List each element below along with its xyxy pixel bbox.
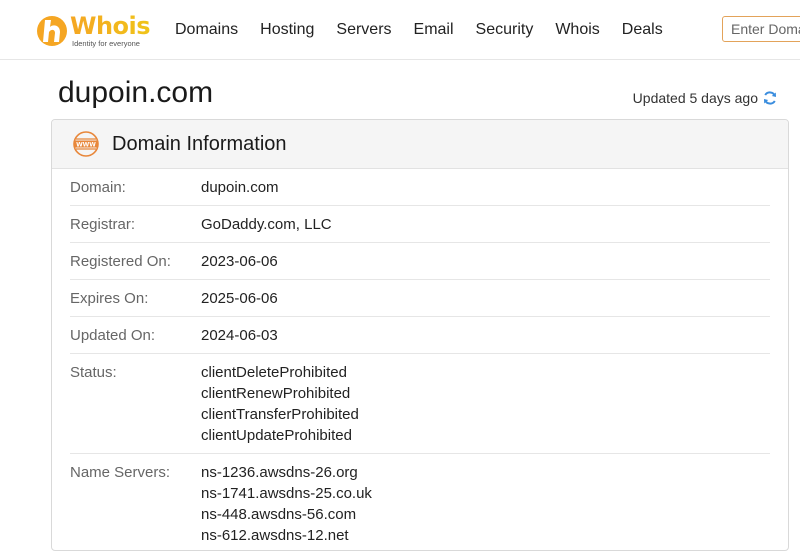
- row-name-servers: Name Servers: ns-1236.awsdns-26.org ns-1…: [70, 454, 770, 553]
- whois-logo[interactable]: Whois Identity for everyone: [36, 12, 154, 50]
- domain-search-input[interactable]: [722, 16, 800, 42]
- registrar-value: GoDaddy.com, LLC: [201, 216, 332, 233]
- whois-logo-icon: [37, 16, 67, 46]
- www-icon: WWW: [73, 131, 99, 157]
- row-value: 2025-06-06: [201, 288, 278, 309]
- row-updated-on: Updated On: 2024-06-03: [70, 317, 770, 354]
- domain-info-table: Domain: dupoin.com Registrar: GoDaddy.co…: [52, 169, 788, 553]
- row-label: Name Servers:: [70, 464, 171, 481]
- nav-whois[interactable]: Whois: [555, 20, 599, 40]
- nav-security[interactable]: Security: [476, 20, 534, 40]
- nav-hosting[interactable]: Hosting: [260, 20, 314, 40]
- row-label: Status:: [70, 364, 117, 381]
- nav-deals[interactable]: Deals: [622, 20, 663, 40]
- row-registrar: Registrar: GoDaddy.com, LLC: [70, 206, 770, 243]
- name-server-value: ns-1741.awsdns-25.co.uk: [201, 485, 372, 502]
- nav-servers[interactable]: Servers: [336, 20, 391, 40]
- row-expires-on: Expires On: 2025-06-06: [70, 280, 770, 317]
- top-navbar: Whois Identity for everyone Domains Host…: [0, 0, 800, 60]
- row-value[interactable]: dupoin.com: [201, 177, 279, 198]
- name-server-value: ns-448.awsdns-56.com: [201, 506, 357, 523]
- domain-value: dupoin.com: [201, 179, 279, 196]
- registered-on-value: 2023-06-06: [201, 253, 278, 270]
- card-header: WWW Domain Information: [52, 120, 788, 169]
- nav-email[interactable]: Email: [414, 20, 454, 40]
- status-value: clientRenewProhibited: [201, 385, 351, 402]
- row-label: Domain:: [70, 179, 126, 196]
- name-server-value: ns-612.awsdns-12.net: [201, 527, 349, 544]
- expires-on-value: 2025-06-06: [201, 290, 278, 307]
- svg-text:WWW: WWW: [76, 141, 96, 148]
- page-title: dupoin.com: [58, 76, 214, 109]
- name-server-value: ns-1236.awsdns-26.org: [201, 464, 358, 481]
- card-title: Domain Information: [112, 132, 287, 155]
- row-label: Expires On:: [70, 290, 149, 307]
- row-domain: Domain: dupoin.com: [70, 169, 770, 206]
- status-value: clientUpdateProhibited: [201, 427, 352, 444]
- row-value: ns-1236.awsdns-26.org ns-1741.awsdns-25.…: [201, 462, 372, 546]
- updated-status: Updated 5 days ago: [633, 90, 778, 106]
- row-value: clientDeleteProhibited clientRenewProhib…: [201, 362, 359, 446]
- row-registered-on: Registered On: 2023-06-06: [70, 243, 770, 280]
- row-label: Updated On:: [70, 327, 156, 344]
- row-label: Registrar:: [70, 216, 136, 233]
- row-value: 2024-06-03: [201, 325, 278, 346]
- row-value: 2023-06-06: [201, 251, 278, 272]
- status-value: clientDeleteProhibited: [201, 364, 347, 381]
- row-label: Registered On:: [70, 253, 171, 270]
- logo-wordmark: Whois: [70, 12, 151, 40]
- status-value: clientTransferProhibited: [201, 406, 359, 423]
- updated-text: Updated 5 days ago: [632, 90, 758, 106]
- refresh-icon[interactable]: [762, 90, 778, 106]
- nav-domains[interactable]: Domains: [175, 20, 238, 40]
- domain-info-card: WWW Domain Information Domain: dupoin.co…: [51, 119, 789, 551]
- logo-tagline: Identity for everyone: [72, 39, 140, 48]
- row-value: GoDaddy.com, LLC: [201, 214, 332, 235]
- main-nav: Domains Hosting Servers Email Security W…: [175, 20, 685, 40]
- updated-on-value: 2024-06-03: [201, 327, 278, 344]
- row-status: Status: clientDeleteProhibited clientRen…: [70, 354, 770, 454]
